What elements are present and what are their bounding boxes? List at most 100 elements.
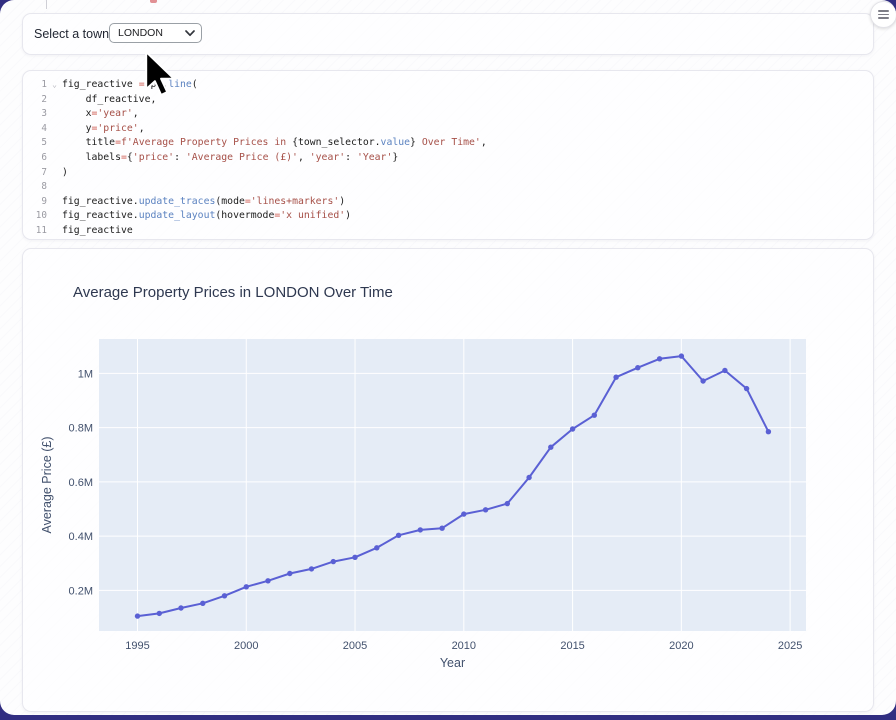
data-point-marker[interactable] (635, 365, 640, 370)
code-editor[interactable]: 1⌄fig_reactive = px.line(2 df_reactive,3… (23, 71, 873, 239)
data-point-marker[interactable] (374, 545, 379, 550)
fold-spacer (47, 122, 62, 137)
code-line[interactable]: 9 fig_reactive.update_traces(mode='lines+… (23, 195, 873, 210)
data-point-marker[interactable] (700, 378, 705, 383)
line-number: 11 (23, 224, 47, 239)
data-point-marker[interactable] (461, 511, 466, 516)
y-tick-label: 1M (78, 368, 93, 380)
x-tick-label: 1995 (125, 640, 149, 652)
y-tick-label: 0.4M (69, 531, 93, 543)
data-point-marker[interactable] (548, 445, 553, 450)
code-text: x='year', (62, 107, 139, 122)
data-point-marker[interactable] (135, 613, 140, 618)
line-number: 2 (23, 93, 47, 108)
code-text: fig_reactive.update_layout(hovermode='x … (62, 209, 351, 224)
fold-spacer (47, 224, 62, 239)
x-tick-label: 2000 (234, 640, 258, 652)
fold-spacer (47, 136, 62, 151)
data-point-marker[interactable] (265, 578, 270, 583)
code-line[interactable]: 11 fig_reactive (23, 224, 873, 239)
data-point-marker[interactable] (157, 611, 162, 616)
code-line[interactable]: 8 (23, 180, 873, 195)
data-point-marker[interactable] (722, 368, 727, 373)
menu-button[interactable] (870, 1, 896, 28)
fold-spacer (47, 166, 62, 181)
code-text: fig_reactive (62, 224, 133, 239)
y-tick-label: 0.8M (69, 423, 93, 435)
data-point-marker[interactable] (418, 527, 423, 532)
line-number: 6 (23, 151, 47, 166)
data-point-marker[interactable] (592, 413, 597, 418)
code-text: fig_reactive.update_traces(mode='lines+m… (62, 195, 345, 210)
code-line[interactable]: 6 labels={'price': 'Average Price (£)', … (23, 151, 873, 166)
code-text: ) (62, 166, 68, 181)
code-text: y='price', (62, 122, 145, 137)
town-selector-cell: Select a town: LONDON (22, 13, 874, 55)
line-number: 3 (23, 107, 47, 122)
x-tick-label: 2015 (560, 640, 584, 652)
code-line[interactable]: 5 title=f'Average Property Prices in {to… (23, 136, 873, 151)
data-point-marker[interactable] (287, 571, 292, 576)
code-text (62, 180, 68, 195)
line-number: 5 (23, 136, 47, 151)
data-point-marker[interactable] (222, 593, 227, 598)
plot-area[interactable] (99, 339, 806, 631)
data-point-marker[interactable] (613, 375, 618, 380)
x-tick-label: 2005 (343, 640, 367, 652)
x-axis-title: Year (440, 656, 465, 670)
data-point-marker[interactable] (744, 386, 749, 391)
chart-title: Average Property Prices in LONDON Over T… (73, 284, 393, 301)
x-tick-label: 2010 (452, 640, 476, 652)
data-point-marker[interactable] (766, 429, 771, 434)
code-line[interactable]: 10 fig_reactive.update_layout(hovermode='… (23, 209, 873, 224)
clipped-cell-edge (46, 0, 47, 9)
line-number: 4 (23, 122, 47, 137)
data-point-marker[interactable] (679, 353, 684, 358)
town-select[interactable]: LONDON (109, 23, 202, 43)
line-number: 9 (23, 195, 47, 210)
data-point-marker[interactable] (396, 533, 401, 538)
code-line[interactable]: 3 x='year', (23, 107, 873, 122)
code-cell: 1⌄fig_reactive = px.line(2 df_reactive,3… (22, 70, 874, 240)
line-number: 8 (23, 180, 47, 195)
fold-spacer (47, 93, 62, 108)
data-point-marker[interactable] (178, 605, 183, 610)
data-point-marker[interactable] (570, 426, 575, 431)
y-tick-label: 0.6M (69, 477, 93, 489)
x-tick-label: 2020 (669, 640, 693, 652)
y-axis-title: Average Price (£) (40, 436, 54, 533)
town-selector: LONDON (109, 23, 202, 43)
clipped-cell-marker (150, 0, 157, 3)
data-point-marker[interactable] (483, 507, 488, 512)
fold-chevron-icon[interactable]: ⌄ (47, 78, 62, 93)
data-point-marker[interactable] (505, 501, 510, 506)
code-line[interactable]: 1⌄fig_reactive = px.line( (23, 78, 873, 93)
data-point-marker[interactable] (309, 566, 314, 571)
code-line[interactable]: 2 df_reactive, (23, 93, 873, 108)
data-point-marker[interactable] (352, 555, 357, 560)
code-text: df_reactive, (62, 93, 156, 108)
hamburger-menu-icon (878, 10, 889, 19)
data-point-marker[interactable] (331, 559, 336, 564)
line-number: 7 (23, 166, 47, 181)
code-text: title=f'Average Property Prices in {town… (62, 136, 487, 151)
data-point-marker[interactable] (200, 601, 205, 606)
code-text: fig_reactive = px.line( (62, 78, 198, 93)
fold-spacer (47, 180, 62, 195)
fold-spacer (47, 195, 62, 210)
y-tick-label: 0.2M (69, 585, 93, 597)
chart-cell: Average Property Prices in LONDON Over T… (22, 248, 874, 712)
data-point-marker[interactable] (526, 475, 531, 480)
fold-spacer (47, 209, 62, 224)
code-line[interactable]: 4 y='price', (23, 122, 873, 137)
x-tick-label: 2025 (778, 640, 802, 652)
notebook-app: Select a town: LONDON 1⌄fig_reactive = p… (0, 0, 896, 715)
code-line[interactable]: 7) (23, 166, 873, 181)
data-point-marker[interactable] (244, 584, 249, 589)
line-number: 10 (23, 209, 47, 224)
property-price-chart[interactable]: Average Property Prices in LONDON Over T… (23, 249, 874, 712)
fold-spacer (47, 151, 62, 166)
data-point-marker[interactable] (439, 526, 444, 531)
data-point-marker[interactable] (657, 356, 662, 361)
code-text: labels={'price': 'Average Price (£)', 'y… (62, 151, 398, 166)
